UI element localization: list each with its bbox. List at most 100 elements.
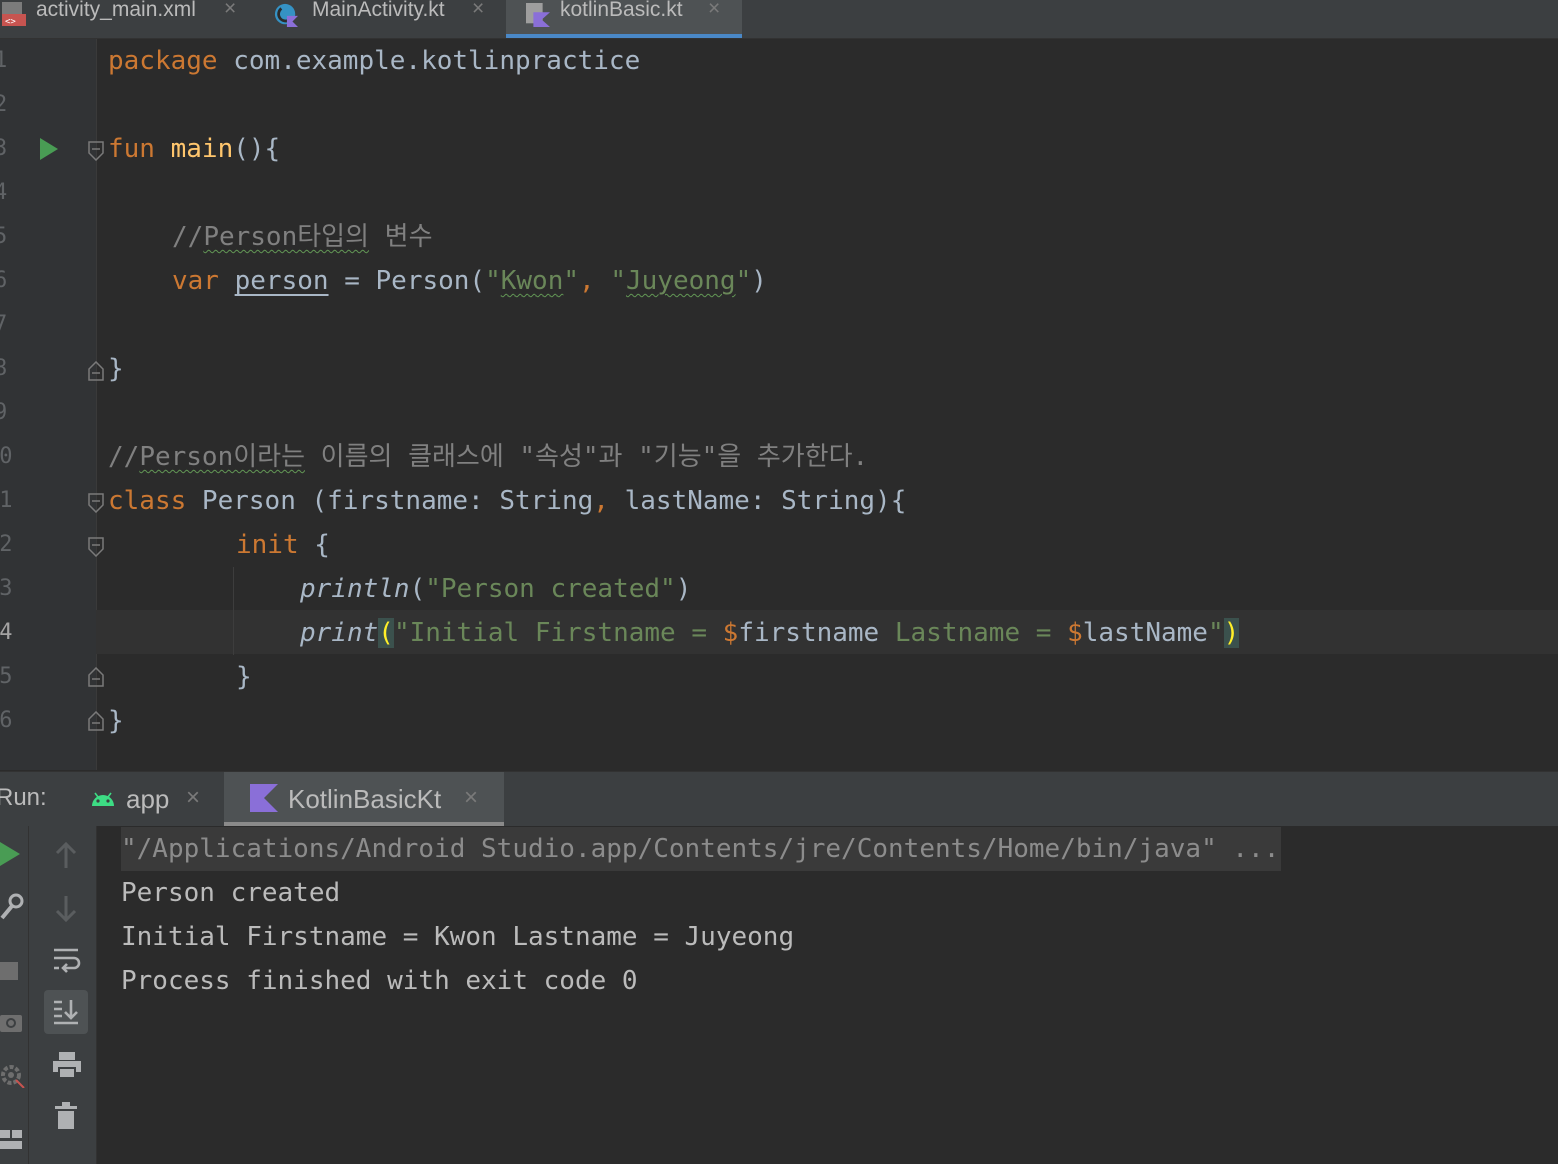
string-literal: Juyeong: [626, 266, 736, 296]
line-number: 9: [0, 400, 8, 425]
tab-label: app: [126, 784, 170, 814]
line-number: 7: [0, 312, 8, 337]
fold-close-icon[interactable]: [88, 711, 104, 731]
tab-activity-main-xml[interactable]: <> activity_main.xml ×: [0, 0, 262, 38]
function-name: main: [170, 134, 234, 164]
run-main-icon[interactable]: [38, 137, 60, 161]
line-number: 11: [0, 488, 13, 513]
code-line-12: init {: [236, 523, 330, 567]
code-line-1: package com.example.kotlinpractice: [108, 39, 640, 83]
unused-variable: person: [234, 266, 329, 296]
close-tab-icon[interactable]: ×: [708, 0, 720, 21]
template-variable: firstname: [738, 618, 880, 648]
up-arrow-icon[interactable]: [54, 842, 78, 870]
comma: ,: [593, 486, 609, 516]
stop-icon[interactable]: [0, 962, 20, 982]
template-dollar: $: [722, 618, 739, 648]
close-tab-icon[interactable]: ×: [186, 784, 200, 812]
close-tab-icon[interactable]: ×: [224, 0, 236, 21]
code-text: ): [675, 574, 692, 604]
console-line: Initial Firstname = Kwon Lastname = Juye…: [121, 922, 795, 952]
comment: 이름의 클래스에 "속성"과 "기능"을 추가한다.: [305, 442, 869, 472]
trash-icon[interactable]: [54, 1102, 80, 1130]
code-editor[interactable]: 1 2 3 4 5 6 7 8 9 10 11 12 13 14 15 16 p…: [0, 39, 1558, 770]
code-text: lastName: String){: [608, 486, 907, 516]
tab-label: MainActivity.kt: [312, 0, 445, 21]
tab-kotlinbasic-kt[interactable]: kotlinBasic.kt ×: [506, 0, 742, 38]
line-number: 6: [0, 268, 8, 293]
code-line-3: fun main(){: [108, 127, 280, 171]
keyword: fun: [108, 134, 155, 164]
fold-open-icon[interactable]: [88, 537, 104, 557]
code-line-16: }: [108, 699, 124, 743]
close-tab-icon[interactable]: ×: [472, 0, 484, 21]
console-command-line[interactable]: "/Applications/Android Studio.app/Conten…: [121, 827, 1282, 871]
fold-open-icon[interactable]: [88, 141, 104, 161]
run-toolbar: [0, 826, 97, 1164]
code-text: {: [298, 530, 330, 560]
string-literal: "Initial Firstname =: [393, 618, 723, 648]
close-tab-icon[interactable]: ×: [464, 784, 478, 812]
print-icon[interactable]: [52, 1050, 82, 1080]
line-number: 14: [0, 620, 13, 645]
run-tab-app[interactable]: app ×: [80, 772, 220, 826]
keyword: var: [172, 266, 219, 296]
run-tab-kotlinbasickt[interactable]: KotlinBasicKt ×: [224, 772, 504, 826]
line-number: 10: [0, 444, 13, 469]
line-number: 8: [0, 356, 8, 381]
settings-icon[interactable]: [0, 1062, 26, 1088]
line-number: 1: [0, 48, 8, 73]
tab-label: KotlinBasicKt: [288, 784, 442, 814]
code-text: (: [409, 574, 426, 604]
comment: //: [108, 442, 140, 472]
wrench-icon[interactable]: [0, 892, 24, 920]
fold-close-icon[interactable]: [88, 667, 104, 687]
code-text: = Person(: [328, 266, 486, 296]
kotlin-icon: [250, 784, 278, 812]
keyword: package: [108, 46, 218, 76]
fold-close-icon[interactable]: [88, 361, 104, 381]
comment: 변수: [369, 222, 433, 252]
camera-icon[interactable]: [0, 1010, 24, 1034]
layout-icon[interactable]: [0, 1130, 24, 1152]
code-text: Person (firstname: String: [186, 486, 594, 516]
console-output[interactable]: "/Applications/Android Studio.app/Conten…: [97, 826, 1558, 1164]
string-quote: ": [610, 266, 626, 296]
code-line-6: var person = Person("Kwon", "Juyeong"): [172, 259, 767, 303]
run-panel-header: Run: app × KotlinBasicKt ×: [0, 771, 1558, 827]
code-line-11: class Person (firstname: String, lastNam…: [108, 479, 906, 523]
tab-mainactivity-kt[interactable]: MainActivity.kt ×: [262, 0, 506, 38]
line-number: 4: [0, 180, 8, 205]
tab-label: activity_main.xml: [36, 0, 196, 21]
keyword: init: [236, 530, 299, 560]
rerun-icon[interactable]: [0, 840, 22, 868]
fold-open-icon[interactable]: [88, 493, 104, 513]
down-arrow-icon[interactable]: [54, 894, 78, 922]
code-text: com.example.kotlinpractice: [217, 46, 641, 76]
code-line-8: }: [108, 347, 124, 391]
code-text: }: [236, 662, 252, 692]
string-quote: ": [563, 266, 580, 296]
matched-paren: (: [378, 618, 394, 648]
code-line-14: print("Initial Firstname = $firstname La…: [300, 611, 1240, 655]
scroll-to-end-icon: [54, 1000, 78, 1025]
code-line-5: //Person타입의 변수: [172, 215, 433, 259]
string-literal: Lastname =: [879, 618, 1068, 648]
scroll-to-end-button[interactable]: [44, 990, 88, 1034]
comment: //: [172, 222, 204, 252]
tab-label: kotlinBasic.kt: [560, 0, 683, 21]
code-line-15: }: [236, 655, 252, 699]
soft-wrap-icon[interactable]: [52, 946, 82, 976]
editor-tab-bar: <> activity_main.xml × MainActivity.kt ×…: [0, 0, 1558, 39]
string-literal: "Person created": [425, 574, 676, 604]
console-line: Process finished with exit code 0: [121, 966, 638, 996]
template-dollar: $: [1067, 618, 1083, 648]
code-text: ): [751, 266, 767, 296]
line-number: 13: [0, 576, 13, 601]
string-literal: Kwon: [500, 266, 564, 296]
kotlin-file-icon: [526, 3, 550, 27]
run-panel-label: Run:: [0, 784, 47, 811]
string-quote: ": [735, 266, 752, 296]
code-text: }: [108, 706, 124, 736]
function-call: println: [300, 574, 410, 604]
